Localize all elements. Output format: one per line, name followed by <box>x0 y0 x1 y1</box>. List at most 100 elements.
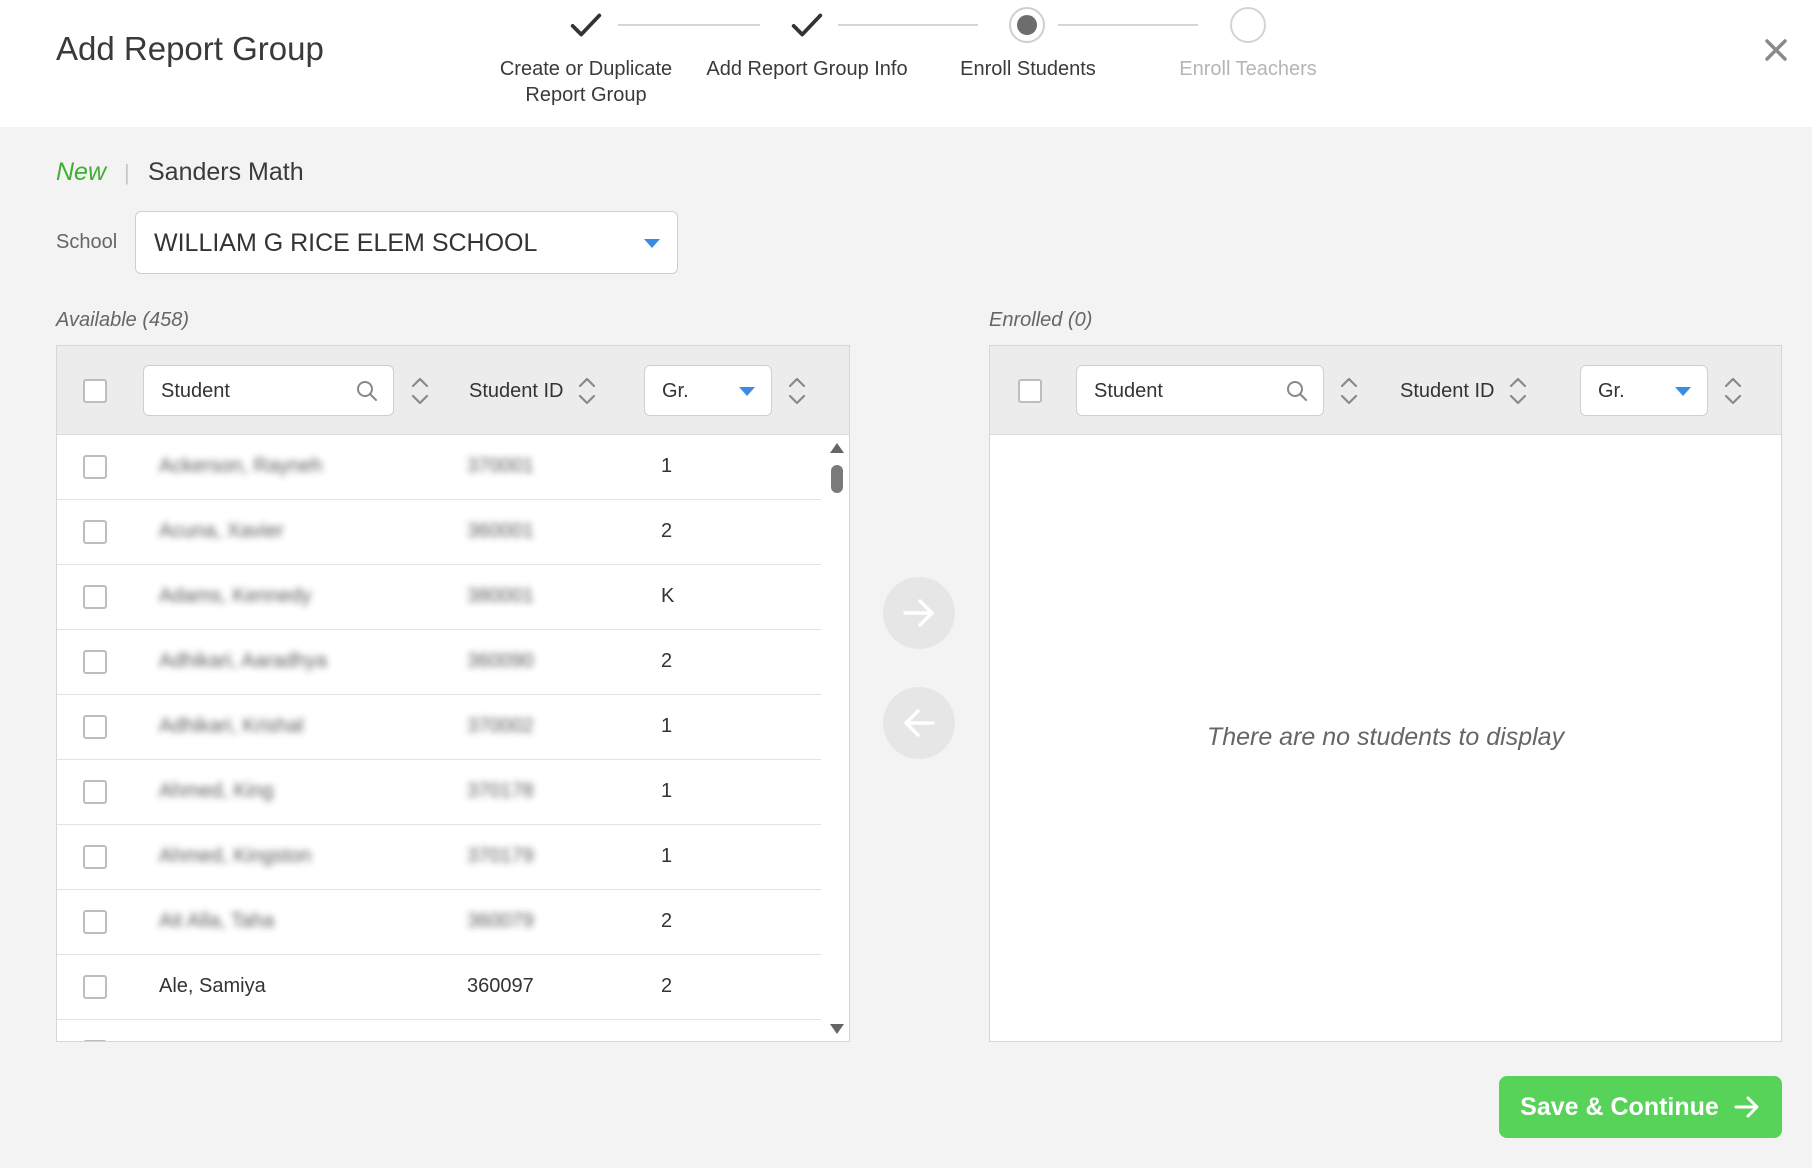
student-grade: 2 <box>661 650 673 672</box>
student-name: Adhikari, Aaradhya <box>159 650 327 672</box>
available-count-label: Available (458) <box>56 309 190 331</box>
available-grade-filter[interactable]: Gr. <box>644 365 772 416</box>
unenroll-selected-button[interactable] <box>883 687 955 759</box>
row-checkbox[interactable] <box>83 715 107 739</box>
caret-down-icon <box>1675 387 1691 396</box>
row-checkbox[interactable] <box>83 585 107 609</box>
column-header-student-id: Student ID <box>1400 380 1495 402</box>
student-grade: 1 <box>661 780 673 802</box>
search-placeholder: Student <box>1094 380 1163 402</box>
caret-down-icon <box>739 387 755 396</box>
save-continue-label: Save & Continue <box>1520 1092 1719 1121</box>
save-continue-button[interactable]: Save & Continue <box>1499 1076 1782 1138</box>
table-row[interactable]: Adhikari, Aaradhya 360090 2 <box>57 630 821 695</box>
step-connector <box>618 24 760 26</box>
status-badge-new: New <box>56 158 107 186</box>
table-row[interactable]: Ale, Samiya 360097 2 <box>57 955 821 1020</box>
student-id: 370179 <box>467 845 534 867</box>
student-id: 370178 <box>467 780 534 802</box>
scroll-up-icon[interactable] <box>830 443 844 453</box>
grade-filter-label: Gr. <box>662 380 689 402</box>
sort-grade-icon[interactable] <box>786 373 808 409</box>
column-header-student-id: Student ID <box>469 380 564 402</box>
student-name: Ahmed, King <box>159 780 274 802</box>
grade-filter-label: Gr. <box>1598 380 1625 402</box>
student-name: Acuna, Xavier <box>159 520 284 542</box>
available-table-header: Student Student ID Gr. <box>57 346 849 435</box>
available-student-search-input[interactable]: Student <box>143 365 394 416</box>
step-3-label: Enroll Students <box>960 58 1096 80</box>
table-row[interactable]: Acuna, Xavier 360001 2 <box>57 500 821 565</box>
row-checkbox[interactable] <box>83 650 107 674</box>
student-grade: 1 <box>661 845 673 867</box>
enroll-selected-button[interactable] <box>883 577 955 649</box>
row-checkbox[interactable] <box>83 975 107 999</box>
enrolled-student-search-input[interactable]: Student <box>1076 365 1324 416</box>
table-row[interactable] <box>57 1020 821 1041</box>
header: Add Report Group Create or Duplicate Rep… <box>0 0 1812 127</box>
row-checkbox[interactable] <box>83 910 107 934</box>
step-3-current-icon <box>1008 6 1046 44</box>
scrollbar-thumb[interactable] <box>831 465 843 493</box>
close-icon[interactable] <box>1758 32 1794 68</box>
sort-student-icon[interactable] <box>1338 373 1360 409</box>
student-name: Ait Alla, Taha <box>159 910 275 932</box>
student-name: Ackerson, Rayneh <box>159 455 323 477</box>
row-checkbox[interactable] <box>83 1040 107 1041</box>
school-select[interactable]: WILLIAM G RICE ELEM SCHOOL <box>135 211 678 274</box>
school-select-value: WILLIAM G RICE ELEM SCHOOL <box>154 229 538 257</box>
row-checkbox[interactable] <box>83 780 107 804</box>
step-2-label: Add Report Group Info <box>706 58 908 80</box>
row-checkbox[interactable] <box>83 845 107 869</box>
step-1-label: Create or Duplicate Report Group <box>499 58 673 106</box>
step-4-future-icon <box>1229 6 1267 44</box>
caret-down-icon <box>644 239 660 248</box>
progress-stepper: Create or Duplicate Report Group Add Rep… <box>478 0 1358 127</box>
table-row[interactable]: Ahmed, Kingston 370179 1 <box>57 825 821 890</box>
enrolled-table-header: Student Student ID Gr. <box>990 346 1781 435</box>
row-checkbox[interactable] <box>83 455 107 479</box>
scroll-down-icon[interactable] <box>830 1024 844 1034</box>
student-grade: K <box>661 585 675 607</box>
enrolled-count-label: Enrolled (0) <box>989 309 1093 331</box>
available-students-panel: Student Student ID Gr. Ackerson, Rayneh … <box>56 345 850 1042</box>
available-list-scrollbar[interactable] <box>824 435 849 1041</box>
arrow-right-icon <box>903 599 934 627</box>
student-id: 360090 <box>467 650 534 672</box>
search-icon <box>357 381 377 401</box>
search-placeholder: Student <box>161 380 230 402</box>
step-1-check-icon <box>567 6 605 44</box>
sort-student-icon[interactable] <box>409 373 431 409</box>
student-grade: 2 <box>661 975 673 997</box>
enrolled-students-panel: Student Student ID Gr. There are no stud… <box>989 345 1782 1042</box>
search-icon <box>1287 381 1307 401</box>
student-id: 370001 <box>467 455 534 477</box>
step-connector <box>1058 24 1198 26</box>
school-label: School <box>56 231 118 253</box>
sort-student-id-icon[interactable] <box>576 373 598 409</box>
step-connector <box>838 24 978 26</box>
select-all-enrolled-checkbox[interactable] <box>1018 379 1042 403</box>
select-all-available-checkbox[interactable] <box>83 379 107 403</box>
table-row[interactable]: Adhikari, Krishal 370002 1 <box>57 695 821 760</box>
row-checkbox[interactable] <box>83 520 107 544</box>
student-name: Adhikari, Krishal <box>159 715 304 737</box>
student-grade: 2 <box>661 910 673 932</box>
page-title: Add Report Group <box>56 30 324 67</box>
student-id: 360097 <box>467 975 534 997</box>
student-name: Ahmed, Kingston <box>159 845 312 867</box>
available-student-list: Ackerson, Rayneh 370001 1 Acuna, Xavier … <box>57 435 821 1041</box>
table-row[interactable]: Ackerson, Rayneh 370001 1 <box>57 435 821 500</box>
enrolled-grade-filter[interactable]: Gr. <box>1580 365 1708 416</box>
student-id: 380001 <box>467 585 534 607</box>
table-row[interactable]: Adams, Kennedy 380001 K <box>57 565 821 630</box>
table-row[interactable]: Ahmed, King 370178 1 <box>57 760 821 825</box>
student-name: Adams, Kennedy <box>159 585 312 607</box>
student-id: 370002 <box>467 715 534 737</box>
student-grade: 2 <box>661 520 673 542</box>
sort-student-id-icon[interactable] <box>1507 373 1529 409</box>
breadcrumb-divider: | <box>124 160 130 185</box>
step-2-check-icon <box>788 6 826 44</box>
sort-grade-icon[interactable] <box>1722 373 1744 409</box>
table-row[interactable]: Ait Alla, Taha 360079 2 <box>57 890 821 955</box>
